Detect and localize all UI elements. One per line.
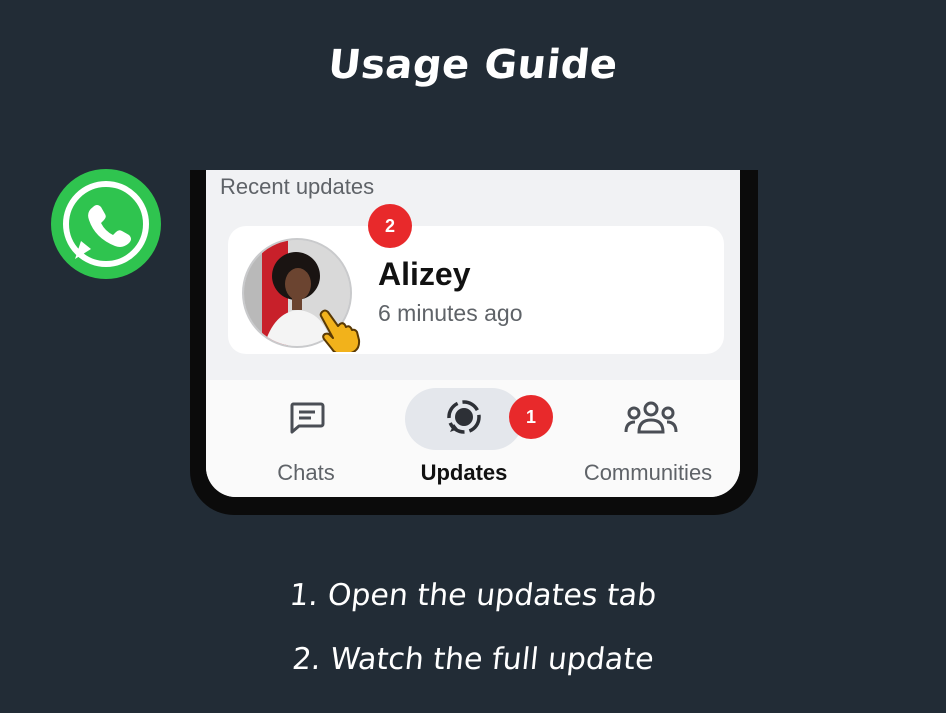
tab-communities-label: Communities [583,460,713,485]
tab-chats[interactable]: Chats [246,380,366,497]
instruction-step-1: 1. Open the updates tab [287,578,659,613]
tab-communities[interactable]: Communities [556,380,740,497]
whatsapp-icon [51,169,161,279]
phone-mockup: Recent updates Alizey 6 minutes ago 2 Ch… [190,170,758,515]
page-title: Usage Guide [325,42,621,88]
status-time: 6 minutes ago [378,300,523,326]
step-badge: 1 [509,395,553,439]
contact-name: Alizey [378,256,471,292]
pointer-hand-icon [319,309,361,352]
recent-updates-label: Recent updates [220,174,375,199]
tab-chats-label: Chats [277,460,335,485]
tab-updates-label: Updates [420,460,508,485]
communities-icon [624,401,678,434]
step-badge: 2 [368,204,412,248]
instruction-step-2: 2. Watch the full update [290,642,656,677]
updates-icon [447,400,481,434]
updates-screen: Recent updates Alizey 6 minutes ago 2 Ch… [206,170,740,497]
bottom-nav: Chats Updates Communities [206,380,740,497]
chat-icon [290,402,325,434]
